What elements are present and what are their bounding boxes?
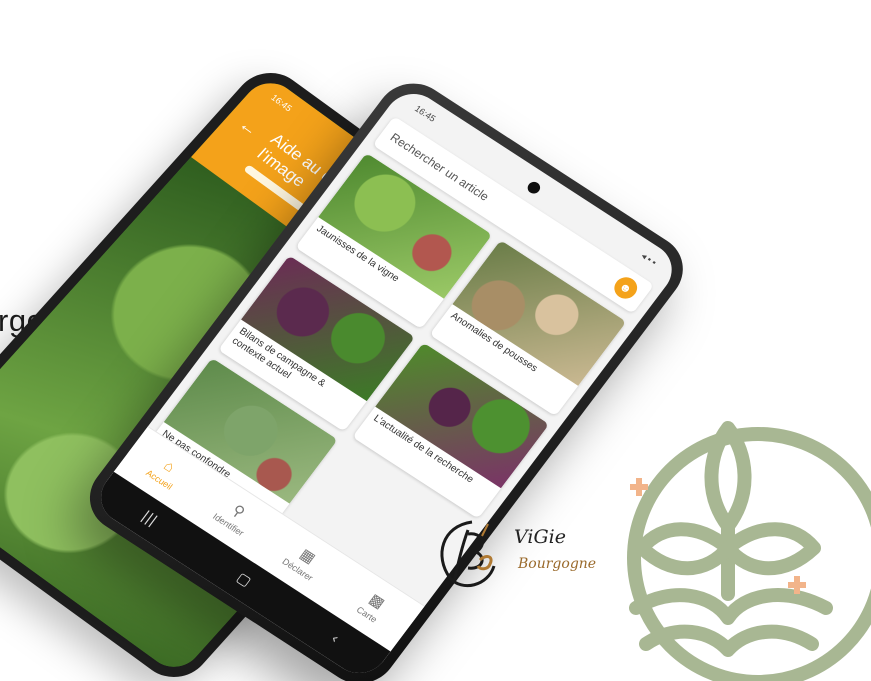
promo-canvas: rgogne 16:45 ◂ ▪ ▪ ← Aide au diagnostic … [0, 0, 871, 681]
home-icon: ⌂ [160, 456, 179, 476]
vigie-bourgogne-logo: ViGie Bourgogne [428, 512, 618, 596]
vigie-subtitle: Bourgogne [518, 556, 597, 572]
front-status-time: 16:45 [412, 103, 438, 124]
plant-logo-icon [627, 421, 871, 681]
search-icon: ⚲ [228, 501, 249, 521]
recent-apps-button[interactable]: ||| [138, 508, 160, 529]
back-status-time: 16:45 [269, 92, 295, 114]
map-icon: ▩ [365, 590, 389, 612]
declare-icon: ▦ [296, 545, 319, 567]
arrow-left-icon[interactable]: ← [234, 114, 263, 140]
home-button[interactable]: ▢ [233, 570, 254, 590]
vigie-emblem-icon [440, 520, 496, 588]
front-status-icons: ◂ ▪ ▪ [639, 250, 659, 268]
back-button[interactable]: ‹ [327, 631, 341, 647]
vigie-name: ViGie [514, 526, 566, 548]
